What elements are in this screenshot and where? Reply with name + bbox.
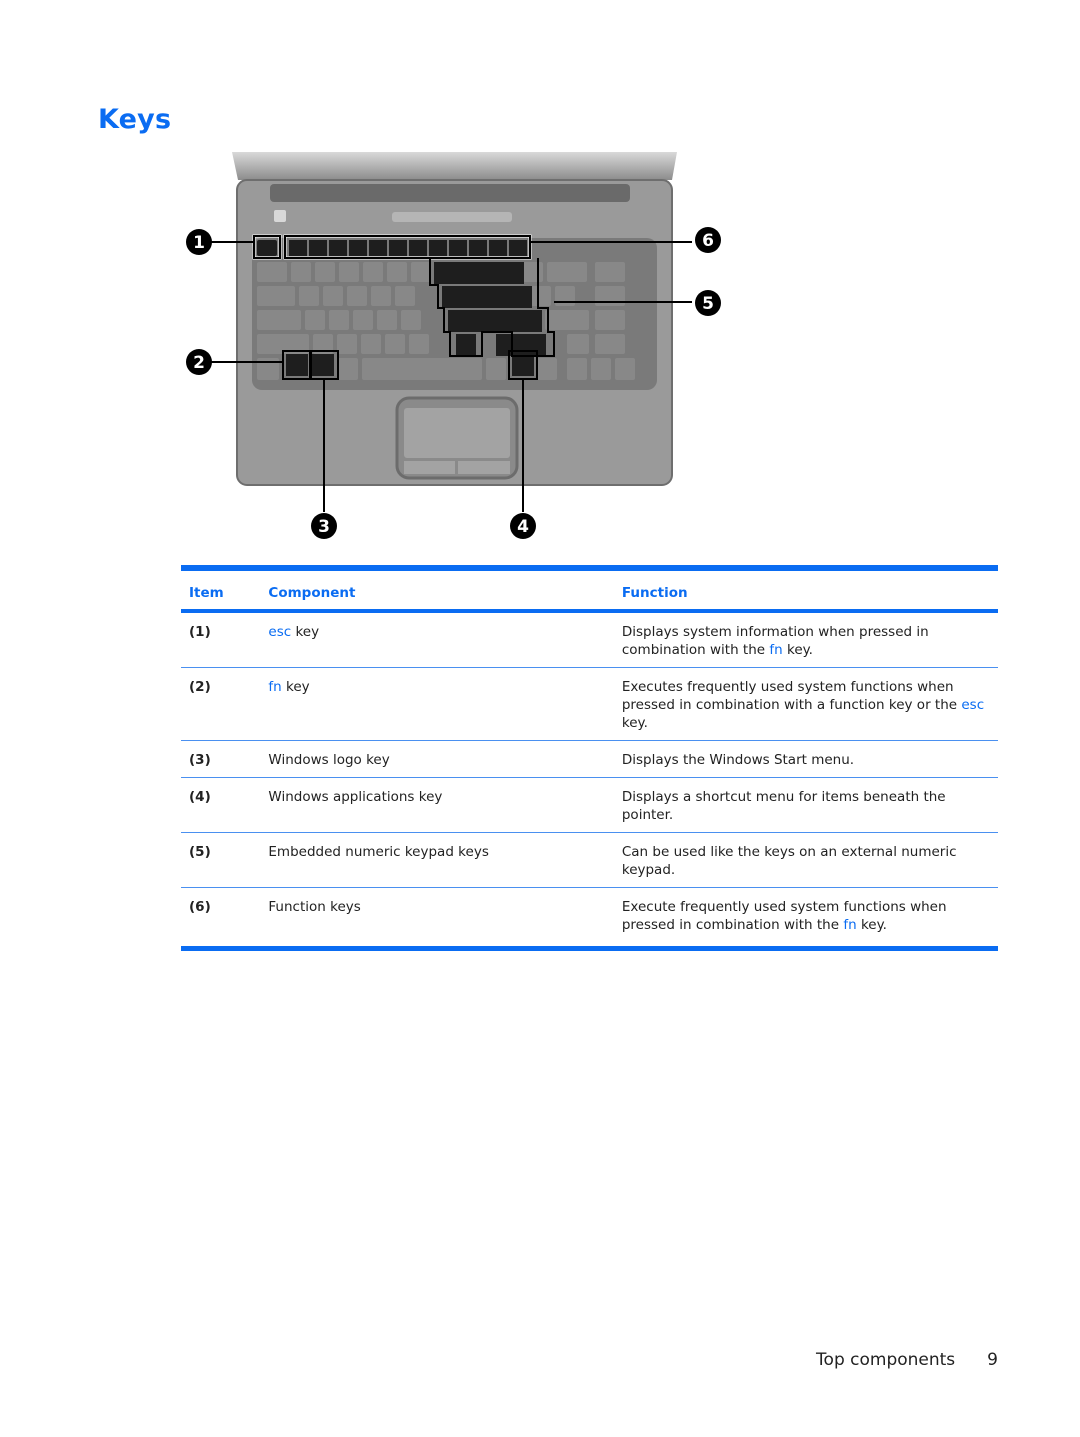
function-text: key. <box>856 917 887 933</box>
function-cell: Execute frequently used system functions… <box>621 887 998 951</box>
laptop-lid-edge <box>232 152 677 180</box>
item-number: (4) <box>181 777 269 833</box>
svg-text:6: 6 <box>702 231 714 251</box>
table-row: (5) Embedded numeric keypad keys Can be … <box>181 832 998 888</box>
component-text: key <box>291 624 320 640</box>
function-text: Displays a shortcut menu for items benea… <box>621 789 946 823</box>
item-number: (6) <box>181 887 269 951</box>
table-row: (3) Windows logo key Displays the Window… <box>181 740 998 778</box>
component-cell: Embedded numeric keypad keys <box>268 832 622 888</box>
item-number: (2) <box>181 667 269 741</box>
function-cell: Executes frequently used system function… <box>621 667 998 741</box>
keys-table: Item Component Function (1) esc key Disp… <box>181 565 998 951</box>
power-button <box>274 210 286 222</box>
page-footer: Top components 9 <box>816 1350 998 1370</box>
function-cell: Can be used like the keys on an external… <box>621 832 998 888</box>
component-cell: fn key <box>268 667 622 741</box>
keyword: esc <box>268 624 292 640</box>
svg-text:1: 1 <box>193 233 205 253</box>
function-text: Can be used like the keys on an external… <box>621 844 957 878</box>
header-component: Component <box>268 571 622 613</box>
table-row: (4) Windows applications key Displays a … <box>181 777 998 833</box>
component-cell: Function keys <box>268 887 622 951</box>
keyword: fn <box>769 642 783 658</box>
component-cell: esc key <box>268 611 622 668</box>
component-text: Embedded numeric keypad keys <box>268 844 489 860</box>
touchpad <box>404 408 510 458</box>
page-title: Keys <box>98 104 172 135</box>
svg-text:4: 4 <box>517 517 529 537</box>
component-cell: Windows applications key <box>268 777 622 833</box>
keyword: esc <box>961 697 985 713</box>
component-text: Function keys <box>268 899 361 915</box>
table-header-row: Item Component Function <box>181 571 998 613</box>
esc-key <box>257 240 277 256</box>
touchpad-left-button <box>404 461 455 474</box>
function-cell: Displays system information when pressed… <box>621 611 998 668</box>
function-text: Displays the Windows Start menu. <box>621 752 855 768</box>
header-item: Item <box>181 571 269 613</box>
media-strip <box>392 212 512 222</box>
touchpad-right-button <box>458 461 510 474</box>
footer-section-title: Top components <box>816 1350 956 1370</box>
table-row: (6) Function keys Execute frequently use… <box>181 887 998 951</box>
keyword: fn <box>268 679 282 695</box>
function-text: Execute frequently used system functions… <box>621 899 947 933</box>
callout-6: 6 <box>695 227 721 253</box>
table-row: (2) fn key Executes frequently used syst… <box>181 667 998 741</box>
header-function: Function <box>621 571 998 613</box>
function-text: Executes frequently used system function… <box>621 679 962 713</box>
component-cell: Windows logo key <box>268 740 622 778</box>
svg-text:3: 3 <box>318 517 330 537</box>
callout-3: 3 <box>311 513 337 539</box>
function-text: key. <box>782 642 813 658</box>
component-text: Windows logo key <box>268 752 390 768</box>
function-cell: Displays a shortcut menu for items benea… <box>621 777 998 833</box>
windows-logo-key <box>312 354 334 376</box>
function-cell: Displays the Windows Start menu. <box>621 740 998 778</box>
callout-5: 5 <box>695 290 721 316</box>
svg-text:5: 5 <box>702 294 714 314</box>
table-row: (1) esc key Displays system information … <box>181 611 998 668</box>
callout-1: 1 <box>186 229 212 255</box>
svg-text:2: 2 <box>193 353 205 373</box>
item-number: (5) <box>181 832 269 888</box>
page-number: 9 <box>987 1350 998 1370</box>
callout-2: 2 <box>186 349 212 375</box>
component-text: Windows applications key <box>268 789 443 805</box>
item-number: (3) <box>181 740 269 778</box>
windows-applications-key <box>512 354 534 376</box>
keyboard-figure: 1 2 3 4 5 6 <box>182 150 727 545</box>
keyword: fn <box>843 917 857 933</box>
hinge <box>270 184 630 202</box>
component-text: key <box>281 679 310 695</box>
callout-4: 4 <box>510 513 536 539</box>
item-number: (1) <box>181 611 269 668</box>
function-text: key. <box>621 715 648 731</box>
fn-key <box>286 354 308 376</box>
